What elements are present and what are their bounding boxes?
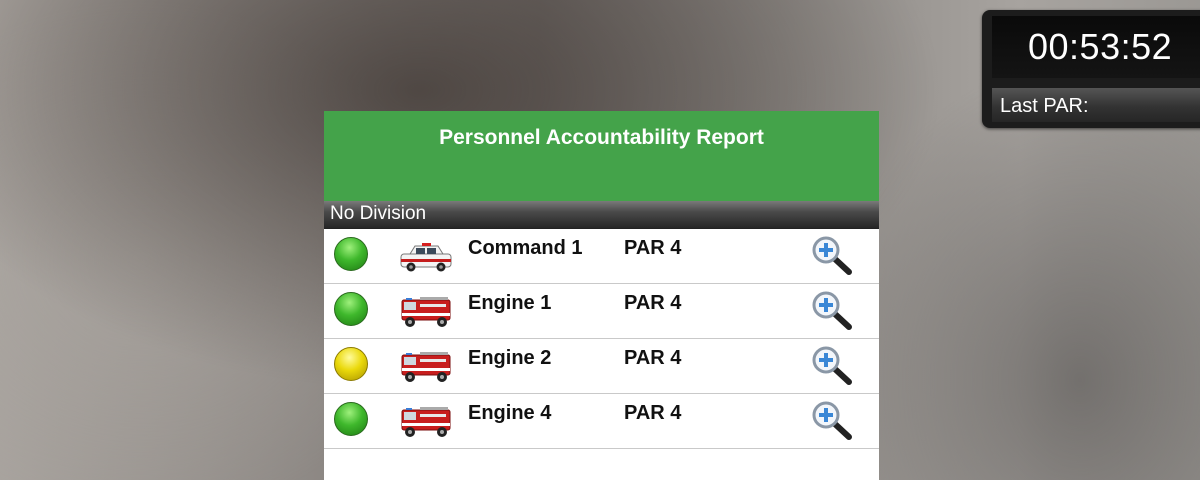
status-green-icon [334, 237, 368, 271]
status-green-icon [334, 292, 368, 326]
zoom-in-icon[interactable] [810, 290, 856, 332]
unit-par: PAR 4 [624, 402, 682, 424]
last-par-label: Last PAR: [992, 88, 1200, 122]
fire-engine-icon [401, 352, 451, 382]
unit-name: Command 1 [468, 237, 583, 259]
zoom-in-icon[interactable] [810, 400, 856, 442]
division-header: No Division [324, 201, 879, 229]
unit-row-engine-2[interactable]: Engine 2 PAR 4 [324, 339, 879, 394]
unit-name: Engine 4 [468, 402, 552, 424]
zoom-in-icon[interactable] [810, 235, 856, 277]
unit-par: PAR 4 [624, 237, 682, 259]
zoom-in-icon[interactable] [810, 345, 856, 387]
unit-row-command-1[interactable]: Command 1 PAR 4 [324, 229, 879, 284]
panel-title: Personnel Accountability Report [324, 111, 879, 201]
unit-row-engine-1[interactable]: Engine 1 PAR 4 [324, 284, 879, 339]
elapsed-time: 00:53:52 [992, 16, 1200, 78]
fire-engine-icon [401, 407, 451, 437]
unit-par: PAR 4 [624, 347, 682, 369]
unit-name: Engine 1 [468, 292, 552, 314]
fire-engine-icon [401, 297, 451, 327]
par-panel: Personnel Accountability Report No Divis… [324, 111, 879, 480]
unit-row-engine-4[interactable]: Engine 4 PAR 4 [324, 394, 879, 449]
status-yellow-icon [334, 347, 368, 381]
par-timer: 00:53:52 Last PAR: [982, 10, 1200, 128]
unit-name: Engine 2 [468, 347, 552, 369]
command-suv-icon [400, 243, 452, 272]
status-green-icon [334, 402, 368, 436]
unit-par: PAR 4 [624, 292, 682, 314]
